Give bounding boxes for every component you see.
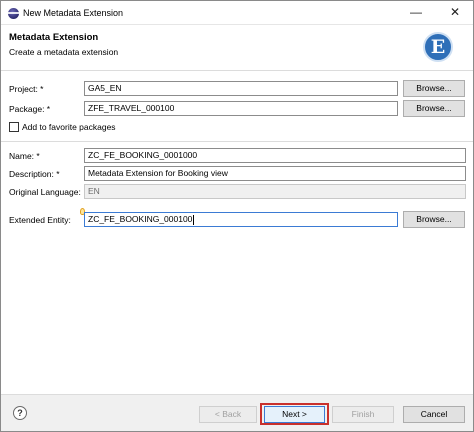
- package-field[interactable]: ZFE_TRAVEL_000100: [84, 101, 398, 116]
- project-browse-button[interactable]: Browse...: [403, 80, 465, 97]
- project-field[interactable]: GA5_EN: [84, 81, 398, 96]
- back-button[interactable]: < Back: [199, 406, 257, 423]
- description-field[interactable]: Metadata Extension for Booking view: [84, 166, 466, 181]
- extended-entity-browse-button[interactable]: Browse...: [403, 211, 465, 228]
- wizard-subtitle: Create a metadata extension: [9, 47, 119, 57]
- description-label: Description: *: [9, 169, 60, 179]
- text-cursor: [193, 214, 195, 225]
- metadata-extension-icon: E: [423, 32, 453, 62]
- cancel-button[interactable]: Cancel: [403, 406, 465, 423]
- extended-entity-field[interactable]: ZC_FE_BOOKING_000100: [84, 212, 398, 227]
- project-label: Project: *: [9, 84, 44, 94]
- help-icon[interactable]: ?: [13, 406, 27, 420]
- close-button[interactable]: ✕: [441, 3, 469, 21]
- title-bar: New Metadata Extension — ✕: [1, 1, 473, 25]
- minimize-button[interactable]: —: [402, 3, 430, 21]
- package-label: Package: *: [9, 104, 51, 114]
- wizard-title: Metadata Extension: [9, 32, 99, 43]
- name-label: Name: *: [9, 151, 40, 161]
- extended-entity-label: Extended Entity:: [9, 215, 71, 225]
- add-to-favorites-label[interactable]: Add to favorite packages: [22, 122, 116, 132]
- extended-entity-value: ZC_FE_BOOKING_000100: [88, 214, 193, 224]
- new-metadata-extension-dialog: New Metadata Extension — ✕ Metadata Exte…: [0, 0, 474, 432]
- original-language-field: EN: [84, 184, 466, 199]
- package-browse-button[interactable]: Browse...: [403, 100, 465, 117]
- divider: [1, 141, 473, 142]
- finish-button[interactable]: Finish: [332, 406, 394, 423]
- eclipse-app-icon: [8, 8, 19, 19]
- name-field[interactable]: ZC_FE_BOOKING_0001000: [84, 148, 466, 163]
- original-language-label: Original Language:: [9, 187, 81, 197]
- window-title: New Metadata Extension: [23, 8, 124, 18]
- add-to-favorites-checkbox[interactable]: [9, 122, 19, 132]
- next-button[interactable]: Next >: [264, 406, 325, 423]
- wizard-header: Metadata Extension Create a metadata ext…: [1, 25, 473, 71]
